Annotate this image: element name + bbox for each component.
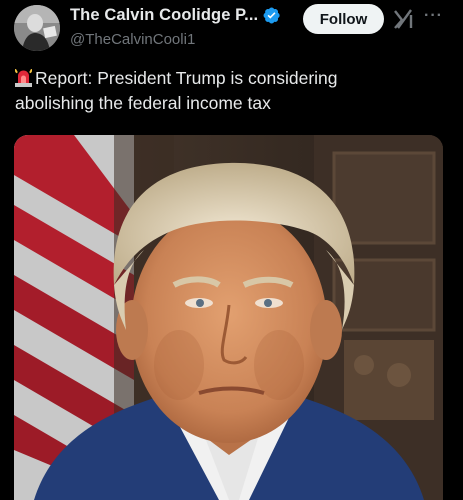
post-text: Report: President Trump is considering a… xyxy=(15,66,445,116)
author-handle[interactable]: @TheCalvinCooli1 xyxy=(70,31,195,48)
police-light-emoji xyxy=(15,69,32,87)
author-display-name[interactable]: The Calvin Coolidge P... xyxy=(70,6,258,25)
avatar[interactable] xyxy=(14,5,60,51)
post-text-line-1: Report: President Trump is considering xyxy=(35,68,338,88)
verified-badge-icon xyxy=(263,7,280,24)
post-text-line-2: abolishing the federal income tax xyxy=(15,93,271,113)
follow-button[interactable]: Follow xyxy=(303,4,384,34)
more-dots-icon[interactable]: ··· xyxy=(424,7,443,25)
post-image[interactable] xyxy=(14,135,443,500)
post-card[interactable]: The Calvin Coolidge P... @TheCalvinCooli… xyxy=(0,0,463,500)
grok-icon[interactable] xyxy=(392,7,414,31)
